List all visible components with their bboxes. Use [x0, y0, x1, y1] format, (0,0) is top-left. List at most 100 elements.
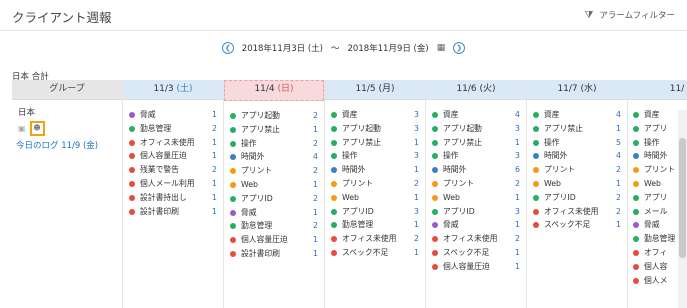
alarm-item[interactable]: 勤怠管理 2 — [224, 219, 324, 233]
alarm-item-count[interactable]: 4 — [616, 108, 621, 122]
alarm-item-count[interactable]: 3 — [414, 149, 419, 163]
alarm-item-count[interactable]: 1 — [212, 205, 217, 219]
alarm-item[interactable]: 資産 4 — [426, 108, 526, 122]
alarm-item[interactable]: 個人メール利用 1 — [123, 177, 223, 191]
alarm-item[interactable]: Web 1 — [325, 191, 425, 205]
alarm-item[interactable]: 時間外 4 — [224, 150, 324, 164]
alarm-item-count[interactable]: 5 — [616, 136, 621, 150]
alarm-item[interactable]: プリント 2 — [325, 177, 425, 191]
alarm-item[interactable]: 時間外 6 — [426, 163, 526, 177]
alarm-item-count[interactable]: 1 — [313, 123, 318, 137]
alarm-item-count[interactable]: 2 — [313, 109, 318, 123]
alarm-item[interactable]: オフィス未使用 1 — [123, 136, 223, 150]
alarm-item[interactable]: 個人容量圧迫 1 — [123, 149, 223, 163]
alarm-item[interactable]: プリント 2 — [426, 177, 526, 191]
alarm-item[interactable]: 残業で警告 2 — [123, 163, 223, 177]
alarm-item-count[interactable]: 2 — [414, 177, 419, 191]
alarm-item-count[interactable]: 1 — [212, 108, 217, 122]
alarm-item[interactable]: アプリ起動 2 — [224, 109, 324, 123]
alarm-item[interactable]: 資産 3 — [325, 108, 425, 122]
alarm-item-count[interactable]: 3 — [515, 149, 520, 163]
alarm-item[interactable]: プリント 2 — [224, 164, 324, 178]
alarm-item[interactable]: アプリID 3 — [426, 205, 526, 219]
scroll-thumb[interactable] — [679, 138, 686, 258]
alarm-item[interactable]: 時間外 1 — [325, 163, 425, 177]
alarm-item-count[interactable]: 1 — [212, 191, 217, 205]
alarm-item-count[interactable]: 2 — [313, 192, 318, 206]
alarm-item-count[interactable]: 6 — [515, 163, 520, 177]
calendar-icon[interactable]: ▦ — [437, 43, 446, 53]
alarm-item[interactable]: 設計書印刷 1 — [224, 247, 324, 261]
alarm-item[interactable]: 資産 4 — [527, 108, 627, 122]
alarm-item-count[interactable]: 2 — [616, 205, 621, 219]
alarm-item-count[interactable]: 1 — [212, 136, 217, 150]
day-header[interactable]: 11/4 (日) — [224, 80, 324, 101]
day-header[interactable]: 11/6 (火) — [426, 80, 526, 100]
alarm-item-count[interactable]: 2 — [616, 191, 621, 205]
alarm-item[interactable]: Web 1 — [426, 191, 526, 205]
alarm-item[interactable]: オフィス未使用 2 — [426, 232, 526, 246]
prev-week-icon[interactable]: ❮ — [221, 42, 234, 54]
alarm-item[interactable]: アプリID 2 — [224, 192, 324, 206]
alarm-item[interactable]: アプリ禁止 1 — [325, 136, 425, 150]
alarm-item[interactable]: オフィス未使用 2 — [325, 232, 425, 246]
alarm-item-count[interactable]: 1 — [212, 149, 217, 163]
alarm-item-count[interactable]: 1 — [414, 163, 419, 177]
alarm-item[interactable]: 勤怠管理 2 — [123, 122, 223, 136]
alarm-item[interactable]: 操作 2 — [224, 137, 324, 151]
alarm-item-count[interactable]: 3 — [515, 122, 520, 136]
alarm-item-count[interactable]: 2 — [414, 232, 419, 246]
alarm-item[interactable]: 操作 3 — [426, 149, 526, 163]
day-header[interactable]: 11/5 (月) — [325, 80, 425, 100]
alarm-item-count[interactable]: 1 — [313, 247, 318, 261]
alarm-item[interactable]: アプリ禁止 1 — [224, 123, 324, 137]
alarm-item[interactable]: アプリ起動 3 — [325, 122, 425, 136]
alarm-item-count[interactable]: 1 — [515, 191, 520, 205]
alarm-item-count[interactable]: 1 — [313, 233, 318, 247]
alarm-item[interactable]: Web 1 — [527, 177, 627, 191]
alarm-item-count[interactable]: 1 — [313, 206, 318, 220]
alarm-item-count[interactable]: 3 — [515, 205, 520, 219]
day-header[interactable]: 11/ — [627, 80, 687, 100]
day-header[interactable]: 11/3 (土) — [123, 80, 223, 100]
alarm-item-count[interactable]: 1 — [414, 136, 419, 150]
alarm-item-count[interactable]: 1 — [616, 218, 621, 232]
alarm-item-count[interactable]: 1 — [212, 177, 217, 191]
alarm-item-count[interactable]: 1 — [414, 218, 419, 232]
alarm-item[interactable]: 設計書持出し 1 — [123, 191, 223, 205]
alarm-item-count[interactable]: 3 — [414, 108, 419, 122]
alarm-item[interactable]: プリント 2 — [527, 163, 627, 177]
alarm-item[interactable]: 脅威 1 — [224, 206, 324, 220]
alarm-item-count[interactable]: 3 — [414, 122, 419, 136]
alarm-item[interactable]: 勤怠管理 1 — [325, 218, 425, 232]
alarm-item-count[interactable]: 1 — [414, 191, 419, 205]
alarm-item-count[interactable]: 2 — [616, 163, 621, 177]
vertical-scrollbar[interactable] — [678, 110, 687, 308]
alarm-item-count[interactable]: 2 — [515, 177, 520, 191]
alarm-item-count[interactable]: 2 — [212, 122, 217, 136]
alarm-item[interactable]: アプリ禁止 1 — [527, 122, 627, 136]
alarm-item-count[interactable]: 1 — [313, 178, 318, 192]
alarm-item[interactable]: オフィス未使用 2 — [527, 205, 627, 219]
alarm-item-count[interactable]: 4 — [616, 149, 621, 163]
alarm-item-count[interactable]: 3 — [414, 205, 419, 219]
alarm-item-count[interactable]: 2 — [313, 219, 318, 233]
alarm-item[interactable]: アプリ起動 3 — [426, 122, 526, 136]
alarm-item[interactable]: アプリ禁止 1 — [426, 136, 526, 150]
day-header[interactable]: 11/7 (水) — [527, 80, 627, 100]
alarm-item-count[interactable]: 4 — [515, 108, 520, 122]
alarm-item-count[interactable]: 1 — [414, 246, 419, 260]
alarm-item-count[interactable]: 1 — [616, 177, 621, 191]
alarm-item-count[interactable]: 1 — [515, 246, 520, 260]
alarm-item-count[interactable]: 1 — [515, 218, 520, 232]
alarm-item[interactable]: スペック不足 1 — [325, 246, 425, 260]
alarm-item-count[interactable]: 2 — [313, 164, 318, 178]
alarm-item[interactable]: 操作 3 — [325, 149, 425, 163]
alarm-item[interactable]: アプリID 2 — [527, 191, 627, 205]
alarm-item[interactable]: スペック不足 1 — [527, 218, 627, 232]
alarm-item-count[interactable]: 4 — [313, 150, 318, 164]
alarm-item[interactable]: 設計書印刷 1 — [123, 205, 223, 219]
today-log-link[interactable]: 今日のログ 11/9 (金) — [16, 139, 98, 151]
alarm-item-count[interactable]: 2 — [515, 232, 520, 246]
alarm-item-count[interactable]: 1 — [515, 260, 520, 274]
